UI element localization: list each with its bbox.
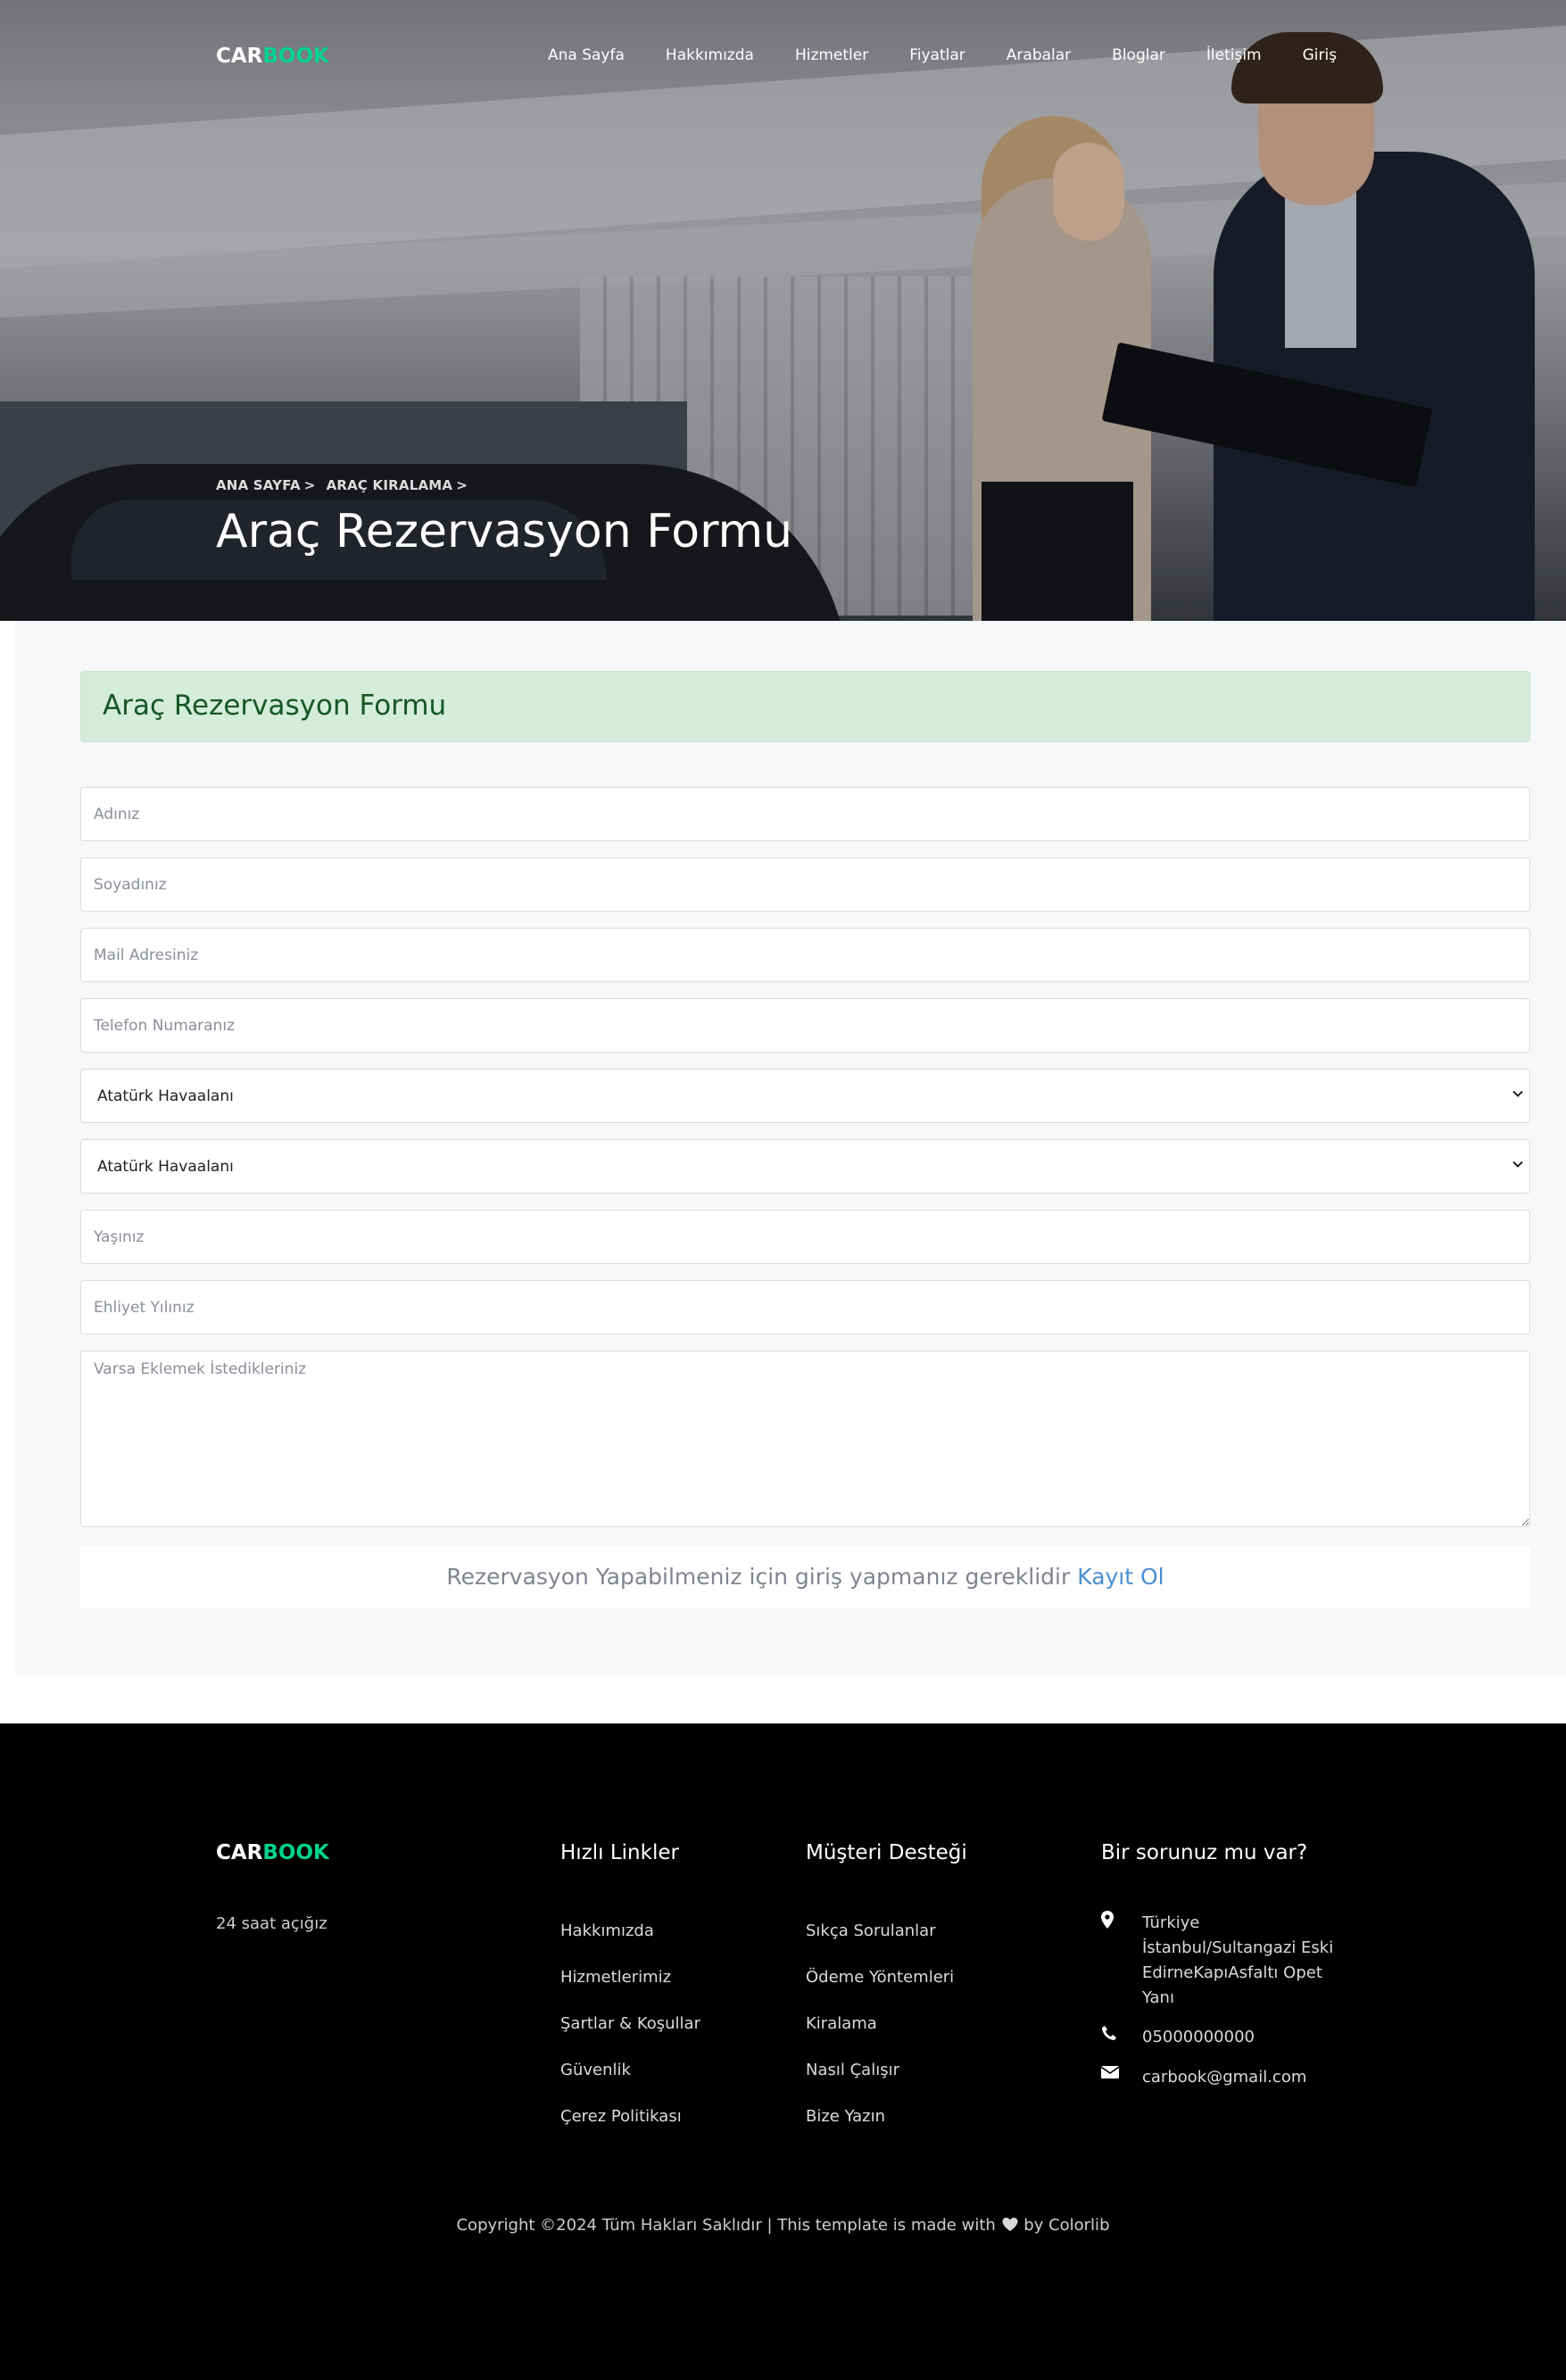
breadcrumb-home[interactable]: ANA SAYFA > [216,477,316,493]
phone-icon [1101,2025,1142,2050]
address-line-2: İstanbul/Sultangazi Eski [1142,1938,1334,1957]
contact-phone[interactable]: 05000000000 [1101,2025,1255,2050]
address-line-3: EdirneKapıAsfaltı Opet [1142,1963,1322,1982]
footer-logo-part2: BOOK [262,1841,329,1864]
last-name-input[interactable] [80,857,1530,912]
copyright-suffix[interactable]: by Colorlib [1023,2216,1109,2235]
footer-open-hours: 24 saat açığız [216,1914,327,1933]
footer: CARBOOK 24 saat açığız Hızlı Linkler Hak… [0,1723,1566,2380]
envelope-icon [1100,2065,1142,2090]
breadcrumb: ANA SAYFA > ARAÇ KIRALAMA > [216,477,478,493]
footer-logo[interactable]: CARBOOK [216,1841,329,1864]
contact-email[interactable]: carbook@gmail.com [1100,2065,1307,2090]
register-link[interactable]: Kayıt Ol [1077,1564,1164,1590]
dropoff-location-select[interactable]: Atatürk Havaalanı [80,1139,1530,1194]
footer-link-about[interactable]: Hakkımızda [560,1921,700,1968]
nav-home[interactable]: Ana Sayfa [548,46,625,64]
address-line-4: Yanı [1142,1988,1174,2007]
notes-textarea[interactable] [80,1351,1530,1527]
reservation-form-section: Araç Rezervasyon Formu Atatürk Havaalanı… [15,621,1566,1675]
hero-banner: CARBOOK Ana Sayfa Hakkımızda Hizmetler F… [0,0,1566,621]
license-year-input[interactable] [80,1280,1530,1335]
nav-contact[interactable]: İletişim [1206,46,1262,64]
contact-phone-text: 05000000000 [1142,2028,1255,2046]
support-title: Müşteri Desteği [806,1841,967,1864]
login-required-text: Rezervasyon Yapabilmeniz için giriş yapm… [446,1564,1071,1590]
copyright-prefix: Copyright ©2024 Tüm Hakları Saklıdır | T… [456,2216,996,2235]
footer-link-write-us[interactable]: Bize Yazın [806,2107,954,2153]
breadcrumb-rental-label: ARAÇ KIRALAMA [326,477,453,493]
form-title-alert: Araç Rezervasyon Formu [80,671,1530,742]
first-name-input[interactable] [80,787,1530,841]
map-marker-icon [1101,1911,1142,2011]
dropoff-location-select-wrapper: Atatürk Havaalanı [80,1139,1530,1194]
heart-icon [1002,2217,1018,2232]
breadcrumb-rental[interactable]: ARAÇ KIRALAMA > [327,477,468,493]
form-title: Araç Rezervasyon Formu [103,690,447,722]
brand-logo-part1: CAR [216,45,263,68]
footer-link-services[interactable]: Hizmetlerimiz [560,1968,700,2014]
contact-title: Bir sorunuz mu var? [1101,1841,1308,1864]
page-title: Araç Rezervasyon Formu [216,505,793,558]
nav-services[interactable]: Hizmetler [795,46,868,64]
address-line-1: Türkiye [1142,1913,1200,1932]
nav-login[interactable]: Giriş [1303,46,1337,64]
footer-link-terms[interactable]: Şartlar & Koşullar [560,2014,700,2061]
footer-link-faq[interactable]: Sıkça Sorulanlar [806,1921,954,1968]
login-required-notice: Rezervasyon Yapabilmeniz için giriş yapm… [80,1546,1530,1608]
nav-pricing[interactable]: Fiyatlar [909,46,965,64]
nav-menu: Ana Sayfa Hakkımızda Hizmetler Fiyatlar … [548,46,1337,64]
footer-link-payment-methods[interactable]: Ödeme Yöntemleri [806,1968,954,2014]
email-input[interactable] [80,928,1530,982]
age-input[interactable] [80,1210,1530,1264]
quick-links-title: Hızlı Linkler [560,1841,679,1864]
footer-link-cookies[interactable]: Çerez Politikası [560,2107,700,2153]
nav-about[interactable]: Hakkımızda [666,46,754,64]
phone-input[interactable] [80,998,1530,1053]
footer-link-security[interactable]: Güvenlik [560,2061,700,2107]
breadcrumb-home-label: ANA SAYFA [216,477,301,493]
nav-cars[interactable]: Arabalar [1007,46,1071,64]
chevron-right-icon: > [456,477,468,493]
contact-email-text: carbook@gmail.com [1142,2068,1307,2087]
contact-address: Türkiye İstanbul/Sultangazi Eski EdirneK… [1101,1911,1333,2011]
brand-logo[interactable]: CARBOOK [216,45,329,68]
copyright: Copyright ©2024 Tüm Hakları Saklıdır | T… [0,2216,1566,2235]
pickup-location-select-wrapper: Atatürk Havaalanı [80,1069,1530,1123]
chevron-right-icon: > [303,477,316,493]
footer-logo-part1: CAR [216,1841,263,1864]
nav-blogs[interactable]: Bloglar [1112,46,1165,64]
pickup-location-select[interactable]: Atatürk Havaalanı [80,1069,1530,1123]
quick-links-list: Hakkımızda Hizmetlerimiz Şartlar & Koşul… [560,1921,700,2153]
contact-address-text: Türkiye İstanbul/Sultangazi Eski EdirneK… [1142,1911,1333,2011]
footer-link-how-it-works[interactable]: Nasıl Çalışır [806,2061,954,2107]
navbar: CARBOOK Ana Sayfa Hakkımızda Hizmetler F… [0,0,1566,116]
support-links-list: Sıkça Sorulanlar Ödeme Yöntemleri Kirala… [806,1921,954,2153]
brand-logo-part2: BOOK [262,45,329,68]
footer-link-rental[interactable]: Kiralama [806,2014,954,2061]
